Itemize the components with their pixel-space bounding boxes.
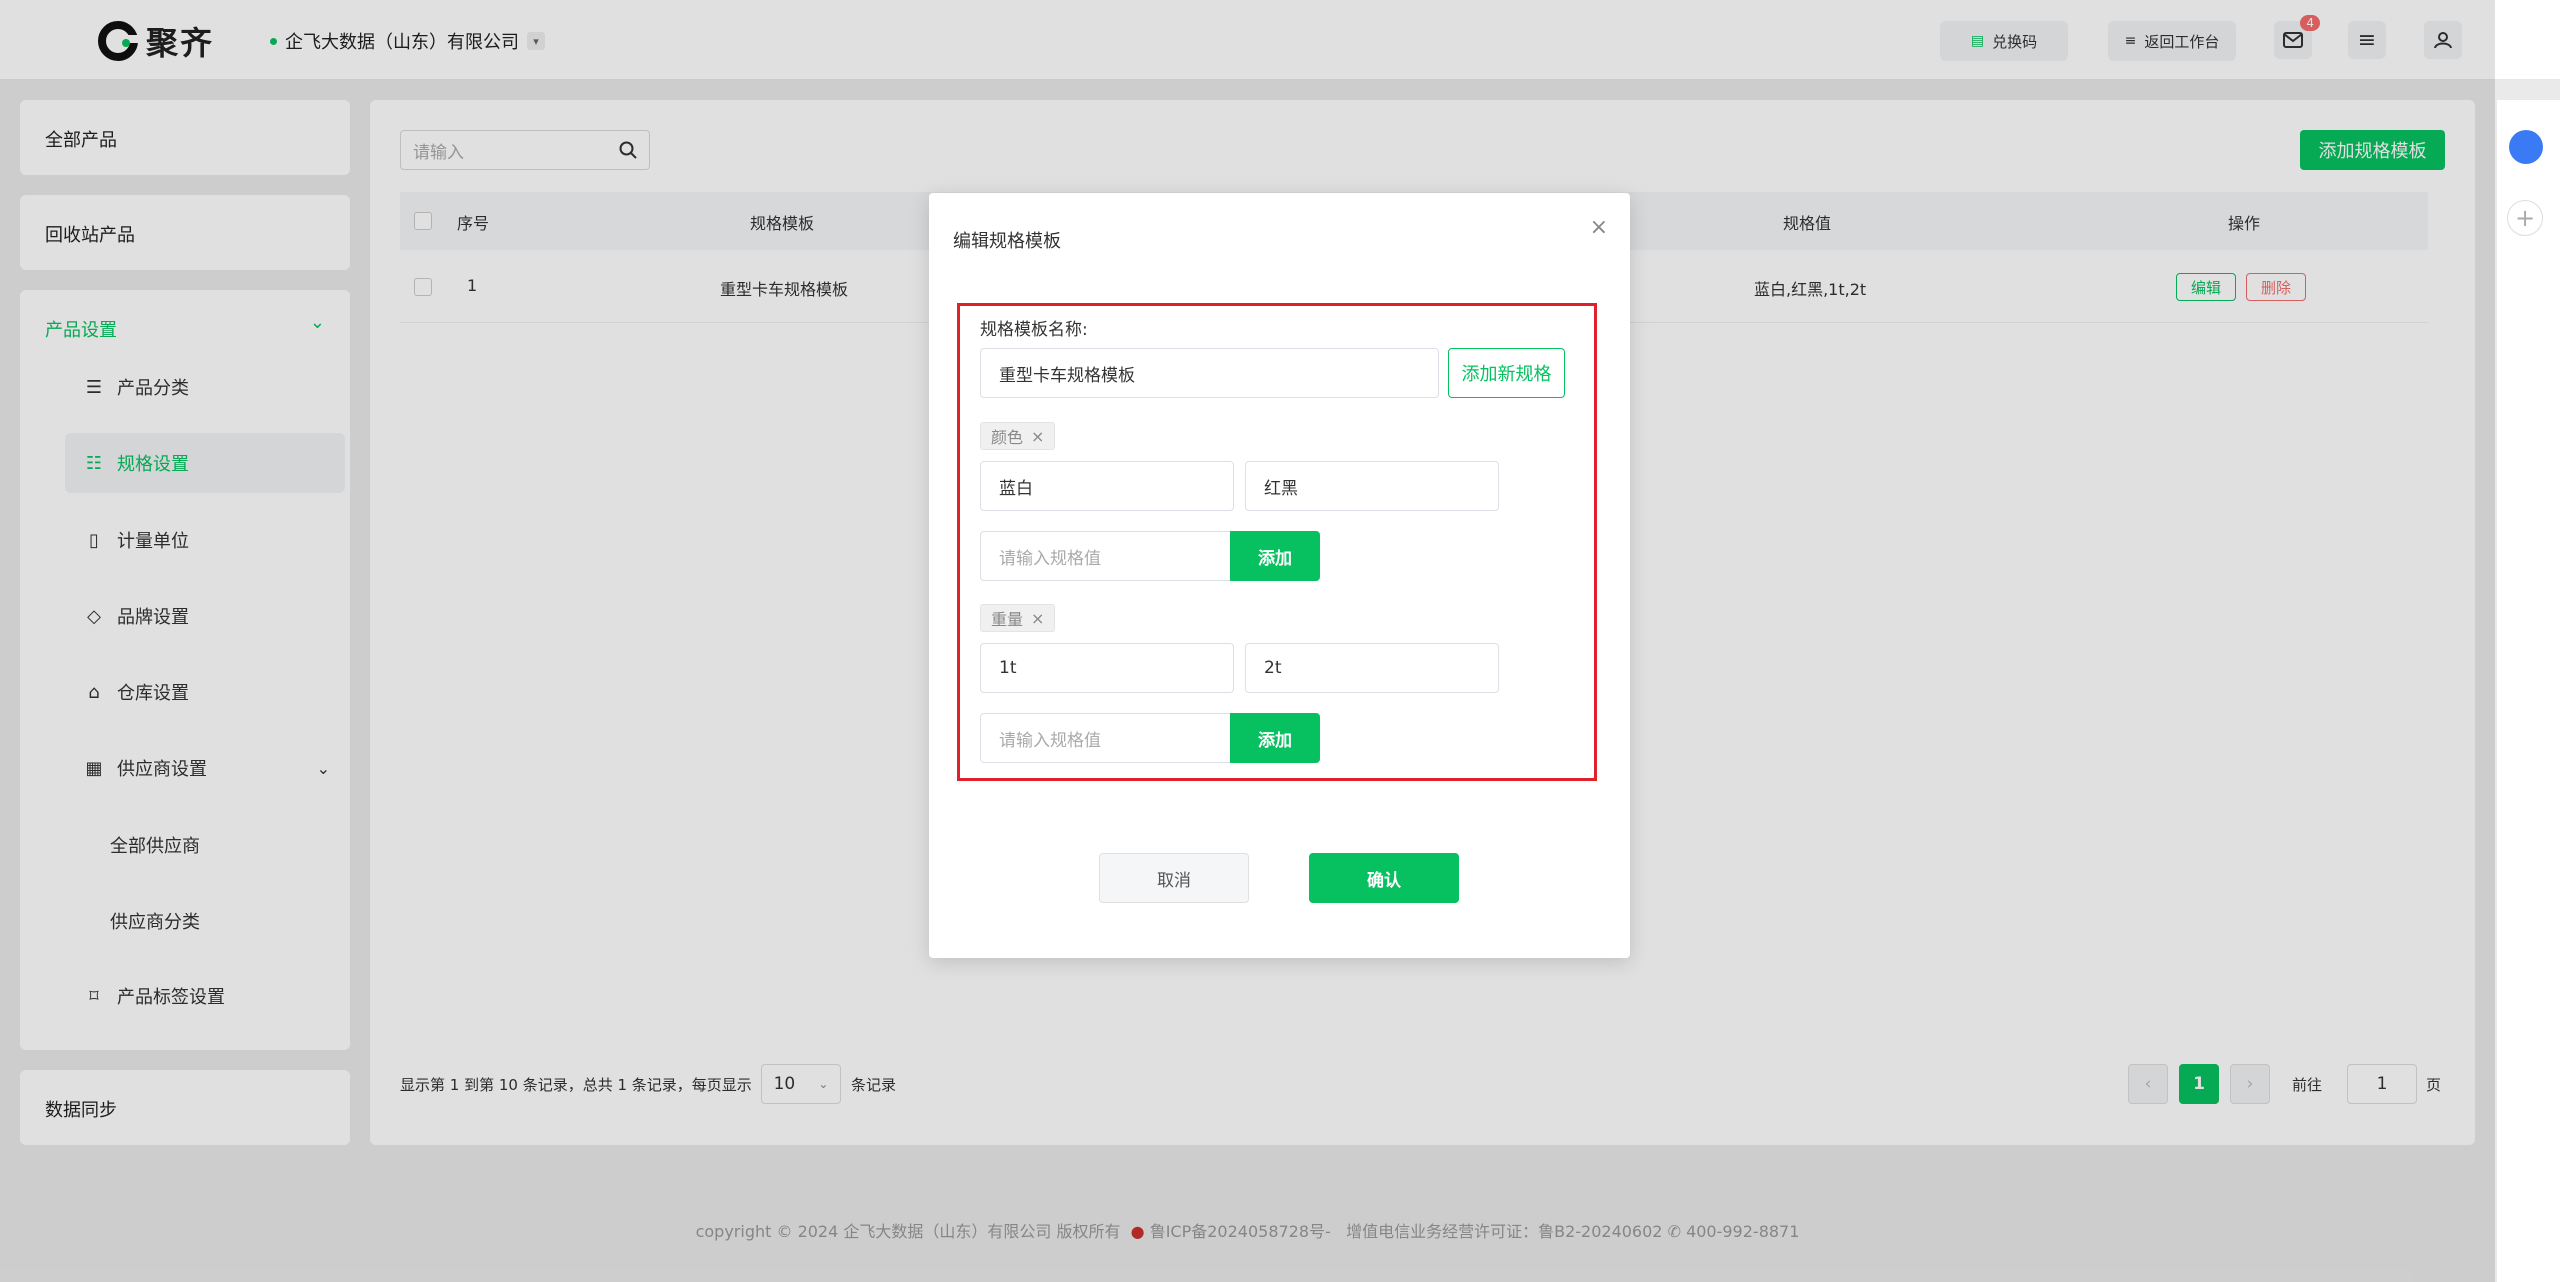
spec-value-input[interactable]: 2t — [1245, 643, 1499, 693]
add-new-spec-button[interactable]: 添加新规格 — [1448, 348, 1565, 398]
spec-chip-weight: 重量 × — [980, 604, 1056, 632]
cancel-button[interactable]: 取消 — [1099, 853, 1249, 903]
confirm-button[interactable]: 确认 — [1309, 853, 1459, 903]
template-name-input[interactable]: 重型卡车规格模板 — [980, 348, 1439, 398]
plus-icon[interactable]: + — [2507, 200, 2543, 236]
dialog-title: 编辑规格模板 — [953, 231, 1061, 252]
close-icon[interactable]: × — [1590, 215, 1608, 240]
remove-icon[interactable]: × — [1031, 609, 1044, 628]
template-name-label: 规格模板名称: — [980, 320, 1088, 340]
new-spec-value-input[interactable]: 请输入规格值 — [980, 713, 1232, 763]
spec-value-input[interactable]: 1t — [980, 643, 1234, 693]
edit-template-dialog: 编辑规格模板 × 规格模板名称: 重型卡车规格模板 添加新规格 颜色 × 蓝白 … — [929, 193, 1630, 958]
new-spec-value-input[interactable]: 请输入规格值 — [980, 531, 1232, 581]
spec-chip-label: 重量 — [991, 610, 1024, 629]
spec-chip-label: 颜色 — [991, 428, 1024, 447]
spec-chip-color: 颜色 × — [980, 422, 1056, 450]
right-rail: + — [2497, 100, 2560, 1282]
add-spec-value-button[interactable]: 添加 — [1230, 531, 1320, 581]
assistant-icon[interactable] — [2509, 130, 2543, 164]
remove-icon[interactable]: × — [1031, 427, 1044, 446]
spec-value-input[interactable]: 蓝白 — [980, 461, 1234, 511]
spec-value-input[interactable]: 红黑 — [1245, 461, 1499, 511]
add-spec-value-button[interactable]: 添加 — [1230, 713, 1320, 763]
